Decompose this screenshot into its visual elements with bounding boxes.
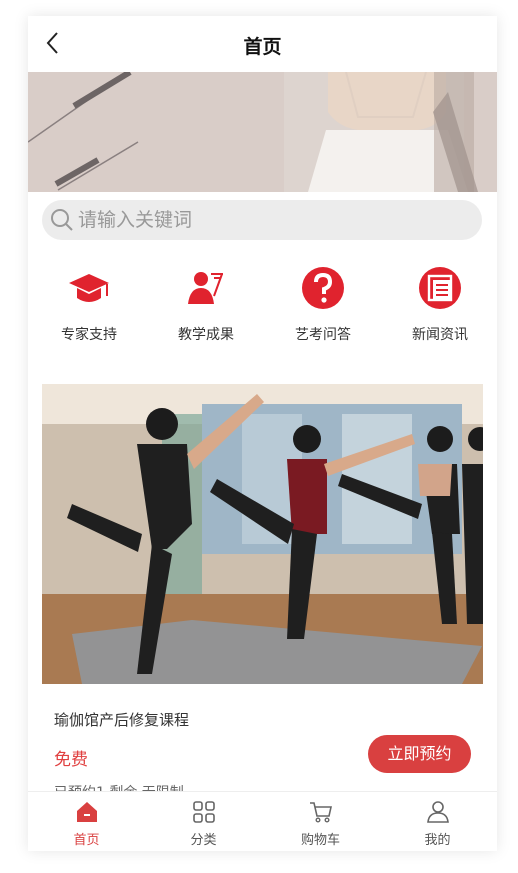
grid-icon (193, 801, 215, 823)
graduation-cap-icon (69, 274, 109, 302)
banner-image[interactable] (28, 72, 497, 192)
search-bar[interactable] (42, 200, 482, 240)
tab-label: 购物车 (300, 833, 340, 848)
question-icon (302, 267, 344, 309)
tab-home[interactable]: 首页 (28, 792, 145, 851)
cart-icon (310, 802, 332, 823)
course-price: 免费 (54, 750, 88, 770)
search-input[interactable] (78, 204, 468, 236)
top-bar: 首页 (28, 16, 497, 72)
nav-label: 艺考问答 (295, 327, 351, 343)
search-icon (51, 209, 73, 231)
tab-label: 首页 (73, 833, 100, 848)
teacher-icon (188, 272, 223, 304)
user-icon (427, 801, 449, 823)
nav-item-exam-qa[interactable]: 艺考问答 (268, 262, 378, 352)
course-title: 瑜伽馆产后修复课程 (54, 711, 190, 729)
nav-label: 教学成果 (178, 327, 234, 343)
tab-label: 我的 (424, 833, 451, 848)
tab-cart[interactable]: 购物车 (262, 792, 379, 851)
page-title: 首页 (243, 36, 282, 58)
book-now-button[interactable]: 立即预约 (368, 735, 471, 773)
bottom-tab-bar: 首页 分类 购物车 我的 (28, 791, 497, 851)
nav-item-teaching-results[interactable]: 教学成果 (151, 262, 261, 352)
news-icon (419, 267, 461, 309)
course-photo[interactable] (42, 384, 483, 684)
nav-label: 专家支持 (61, 327, 117, 343)
nav-label: 新闻资讯 (412, 327, 468, 343)
tab-profile[interactable]: 我的 (379, 792, 496, 851)
home-icon (77, 802, 97, 822)
nav-item-expert-support[interactable]: 专家支持 (34, 262, 144, 352)
nav-item-news[interactable]: 新闻资讯 (385, 262, 495, 352)
course-card[interactable]: 瑜伽馆产后修复课程 免费 立即预约 已预约1 剩余 无限制 (42, 384, 483, 804)
tab-label: 分类 (190, 833, 217, 848)
phone-screen: 首页 请输入关键词 专家支持 教学成果 艺考问答 新闻资讯 瑜伽馆产后修复课程 … (28, 16, 497, 851)
yoga-class-photo (42, 384, 483, 684)
banner-illustration (28, 72, 497, 192)
tab-category[interactable]: 分类 (145, 792, 262, 851)
quick-nav: 专家支持 教学成果 艺考问答 新闻资讯 (28, 262, 497, 352)
